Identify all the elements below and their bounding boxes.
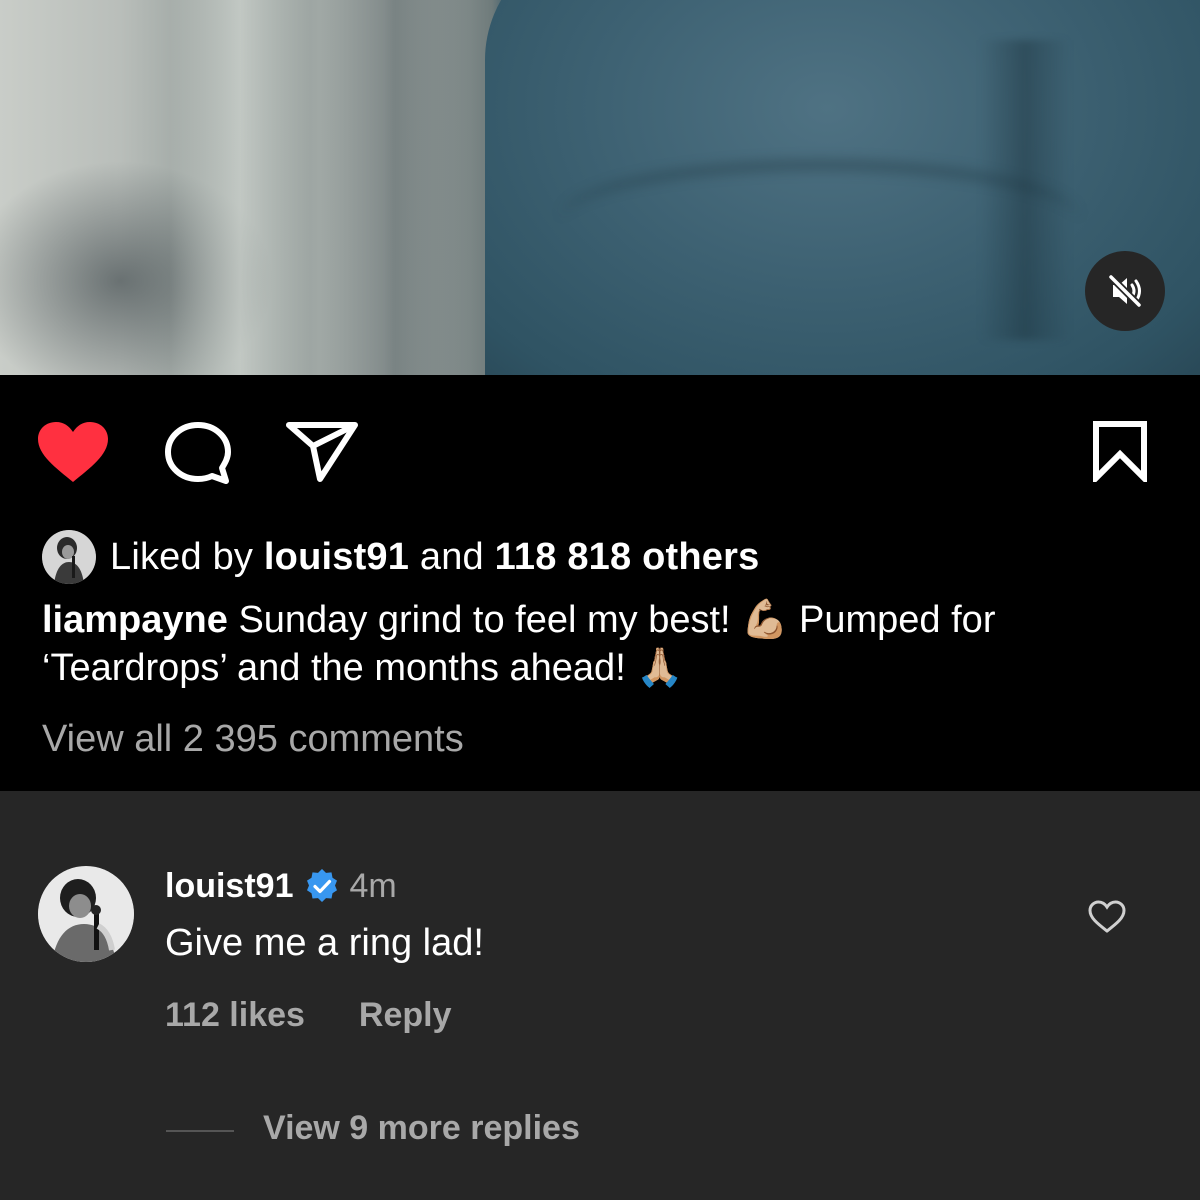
comment-likes-count[interactable]: 112 likes: [165, 996, 305, 1035]
speaker-muted-icon: [1107, 273, 1143, 309]
heart-filled-icon[interactable]: [36, 420, 110, 484]
comment-like-heart-icon[interactable]: [1088, 900, 1126, 934]
paper-plane-icon[interactable]: [285, 420, 359, 484]
view-all-comments-link[interactable]: View all 2 395 comments: [42, 718, 464, 761]
mute-button[interactable]: [1085, 251, 1165, 331]
commenter-avatar[interactable]: [38, 866, 134, 962]
caption-username[interactable]: liampayne: [42, 599, 228, 641]
post-caption: liampayne Sunday grind to feel my best! …: [42, 596, 1162, 692]
comment-meta: 112 likes Reply: [165, 996, 452, 1035]
likes-text: Liked by louist91 and 118 818 others: [110, 536, 759, 579]
comment-bubble-icon[interactable]: [163, 420, 233, 486]
reply-button[interactable]: Reply: [359, 996, 452, 1035]
commenter-username[interactable]: louist91: [165, 867, 293, 906]
replies-divider: [166, 1130, 234, 1132]
likes-summary[interactable]: Liked by louist91 and 118 818 others: [42, 530, 759, 584]
liker-username[interactable]: louist91: [264, 536, 409, 578]
likes-middle: and: [419, 535, 484, 578]
comment-header: louist91 4m: [165, 866, 397, 906]
bookmark-icon[interactable]: [1090, 420, 1150, 482]
comment-timestamp: 4m: [349, 866, 397, 905]
comment-text: Give me a ring lad!: [165, 922, 484, 964]
liker-avatar: [42, 530, 96, 584]
video-background-light: [170, 0, 310, 375]
likes-count[interactable]: 118 818 others: [495, 536, 760, 578]
video-shirt-fold: [980, 40, 1070, 340]
verified-badge-icon: [307, 869, 338, 902]
post-video[interactable]: [0, 0, 1200, 375]
likes-prefix: Liked by: [110, 535, 254, 578]
view-more-replies-link[interactable]: View 9 more replies: [263, 1109, 580, 1148]
video-background-shadow: [320, 0, 470, 375]
